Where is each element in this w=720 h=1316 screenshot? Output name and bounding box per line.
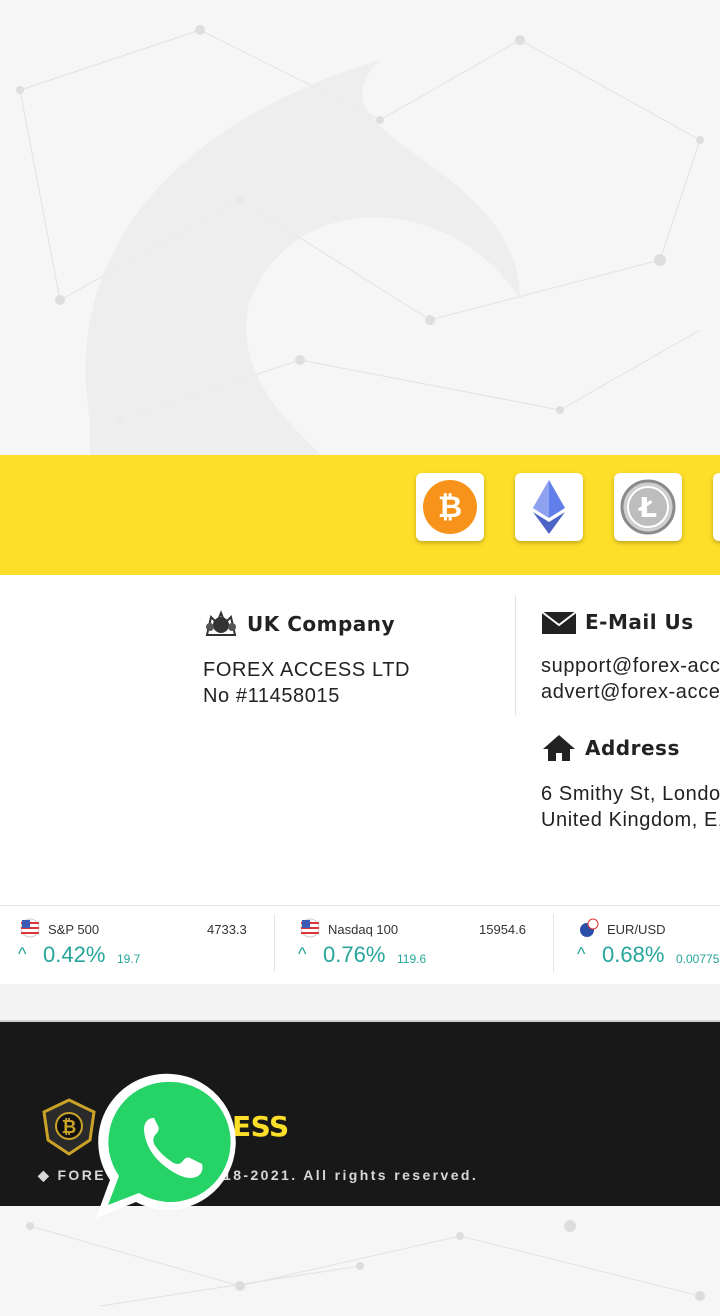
ticker-price: 15954.6 — [479, 922, 526, 937]
forex-access-logo-icon: ₿ — [42, 1098, 96, 1156]
svg-text:₿: ₿ — [62, 1117, 77, 1138]
company-number: No #11458015 — [203, 685, 340, 707]
bitcoin-tile[interactable]: ₿ — [416, 473, 484, 541]
ticker-change: 119.6 — [397, 952, 427, 966]
ticker-item-eurusd[interactable]: EUR/USD ^ 0.68% 0.00775 — [559, 906, 720, 984]
ticker-item-nasdaq[interactable]: Nasdaq 100 15954.6 ^ 0.76% 119.6 — [280, 906, 554, 984]
next-coin-tile[interactable] — [713, 473, 720, 541]
crypto-band: ₿ Ł — [0, 455, 720, 575]
ticker-name: S&P 500 — [48, 922, 100, 937]
ticker-price: 4733.3 — [207, 922, 247, 937]
royal-crest-icon — [205, 610, 237, 636]
up-arrow-icon: ^ — [18, 944, 27, 964]
litecoin-tile[interactable]: Ł — [614, 473, 682, 541]
ticker-item-sp500[interactable]: S&P 500 4733.3 ^ 0.42% 19.7 — [0, 906, 275, 984]
up-arrow-icon: ^ — [298, 944, 307, 964]
ethereum-icon — [533, 480, 565, 534]
ticker-name: EUR/USD — [607, 922, 666, 937]
ethereum-tile[interactable] — [515, 473, 583, 541]
hero-background — [0, 0, 720, 455]
email-heading: E-Mail Us — [585, 610, 694, 634]
envelope-icon — [541, 611, 577, 634]
market-ticker: S&P 500 4733.3 ^ 0.42% 19.7 Nasdaq 100 1… — [0, 905, 720, 985]
us-flag-icon — [300, 918, 320, 938]
address-line-2: United Kingdom, E1 3BW — [541, 809, 720, 831]
contact-info: UK Company FOREX ACCESS LTD No #11458015… — [0, 575, 720, 905]
ticker-percent: 0.76% — [323, 942, 386, 967]
uk-company-block: UK Company FOREX ACCESS LTD No #11458015 — [203, 609, 410, 709]
home-icon — [543, 735, 575, 761]
address-line-1: 6 Smithy St, London — [541, 783, 720, 805]
up-arrow-icon: ^ — [577, 944, 586, 964]
advert-email-link[interactable]: advert@forex-access.com — [541, 679, 720, 705]
whatsapp-chat-button[interactable] — [92, 1068, 252, 1224]
address-heading: Address — [585, 736, 680, 760]
network-pattern — [16, 25, 704, 455]
eu-us-flag-icon — [580, 918, 599, 937]
svg-text:Ł: Ł — [637, 491, 657, 524]
us-flag-icon — [20, 918, 40, 938]
ticker-percent: 0.42% — [43, 942, 106, 967]
support-email-link[interactable]: support@forex-access.com — [541, 653, 720, 679]
company-name: FOREX ACCESS LTD — [203, 659, 411, 681]
svg-text:₿: ₿ — [438, 490, 462, 525]
uk-company-heading: UK Company — [247, 612, 396, 636]
ticker-divider — [274, 914, 275, 972]
ticker-change: 0.00775 — [676, 952, 720, 966]
address-block: Address 6 Smithy St, London United Kingd… — [541, 733, 720, 833]
ticker-change: 19.7 — [117, 952, 141, 966]
bitcoin-icon: ₿ — [423, 480, 477, 534]
ticker-percent: 0.68% — [602, 942, 665, 967]
section-gap — [0, 984, 720, 1020]
email-block: E-Mail Us support@forex-access.com adver… — [541, 609, 720, 705]
ticker-divider — [553, 914, 554, 972]
column-divider — [515, 595, 516, 715]
ticker-name: Nasdaq 100 — [328, 922, 399, 937]
litecoin-icon: Ł — [620, 479, 676, 535]
